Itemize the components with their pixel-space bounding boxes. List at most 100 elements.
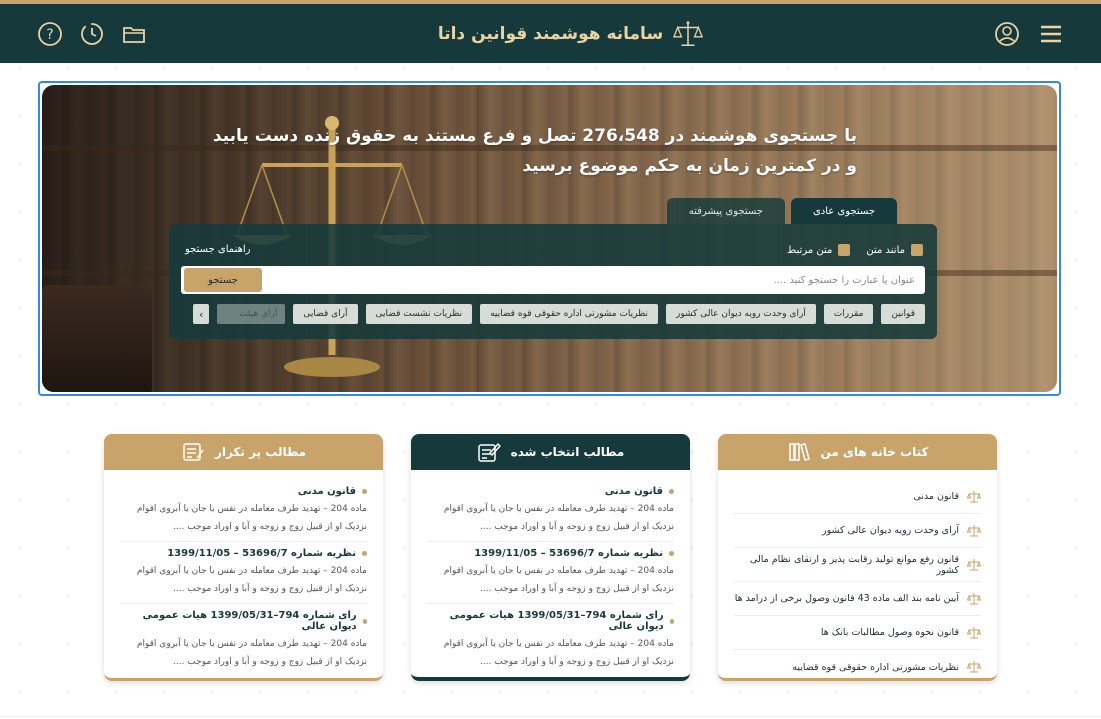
frequent-card-body: قانون مدنی ماده 204 – تهدید طرف معامله د…	[104, 470, 383, 676]
library-item[interactable]: قانون نحوه وصول مطالبات بانک ها	[734, 616, 981, 650]
brand[interactable]: سامانه هوشمند قوانین داتا	[437, 19, 704, 49]
similar-text-checkbox[interactable]	[911, 244, 923, 256]
item-title: نظریه شماره 53696/7 – 1399/11/05	[427, 548, 674, 559]
bullet-icon	[669, 489, 674, 494]
library-item-label: قانون رفع موانع تولید رقابت پذیر و ارتقا…	[749, 553, 959, 576]
list-item[interactable]: قانون مدنی ماده 204 – تهدید طرف معامله د…	[427, 480, 674, 542]
item-text-line: ماده 204 – تهدید طرف معامله در نفس یا جا…	[443, 639, 674, 649]
category-chips: قوانین مقررات آرای وحدت رویه دیوان عالی …	[193, 304, 925, 324]
item-text: ماده 204 – تهدید طرف معامله در نفس یا جا…	[427, 500, 674, 536]
item-title-text: رای شماره 794–1399/05/31 هیات عمومی دیوا…	[449, 610, 664, 632]
library-item[interactable]: آیین نامه بند الف ماده 43 قانون وصول برخ…	[734, 582, 981, 616]
selected-card-header: مطالب انتخاب شده	[411, 434, 690, 470]
item-text: ماده 204 – تهدید طرف معامله در نفس یا جا…	[427, 562, 674, 598]
item-title: قانون مدنی	[427, 486, 674, 497]
header-actions: ?	[36, 20, 148, 48]
scales-icon	[967, 558, 981, 570]
item-text-line: نزدیک او از قبیل زوج و زوجه و آبا و اورا…	[480, 584, 674, 594]
history-icon[interactable]	[78, 20, 106, 48]
selected-card-title: مطالب انتخاب شده	[510, 445, 625, 459]
book-stack-image	[42, 285, 152, 392]
tab-advanced-search[interactable]: جستجوی پیشرفته	[666, 198, 785, 224]
bullet-icon	[669, 618, 674, 624]
category-chip[interactable]: آرای وحدت رویه دیوان عالی کشور	[666, 304, 816, 324]
item-text: ماده 204 – تهدید طرف معامله در نفس یا جا…	[427, 635, 674, 671]
search-input[interactable]	[262, 266, 925, 294]
item-text-line: نزدیک او از قبیل زوج و زوجه و آبا و اورا…	[173, 657, 367, 667]
library-item[interactable]: قانون رفع موانع تولید رقابت پذیر و ارتقا…	[734, 548, 981, 582]
item-title-text: قانون مدنی	[297, 486, 356, 497]
search-tabs: جستجوی عادی جستجوی پیشرفته	[666, 198, 897, 224]
item-text-line: ماده 204 – تهدید طرف معامله در نفس یا جا…	[136, 639, 367, 649]
category-chip[interactable]: نظریات نشست قضایی	[365, 304, 473, 324]
item-title: نظریه شماره 53696/7 – 1399/11/05	[120, 548, 367, 559]
category-chip[interactable]: آرای هیئت	[217, 304, 286, 324]
menu-icon[interactable]	[1037, 20, 1065, 48]
hero-title: با جستجوی هوشمند در 276،548 تصل و فرع مس…	[212, 126, 857, 176]
library-item-label: نظریات مشورتی اداره حقوقی قوه قضاییه	[792, 661, 959, 673]
library-card-title: کتاب خانه های من	[820, 445, 929, 459]
hero-background: با جستجوی هوشمند در 276،548 تصل و فرع مس…	[42, 85, 1057, 392]
bullet-icon	[362, 551, 367, 556]
item-text-line: ماده 204 – تهدید طرف معامله در نفس یا جا…	[136, 566, 367, 576]
user-icon[interactable]	[993, 20, 1021, 48]
tab-normal-search[interactable]: جستجوی عادی	[790, 198, 897, 224]
scales-logo-icon	[673, 20, 704, 46]
item-text-line: ماده 204 – تهدید طرف معامله در نفس یا جا…	[443, 566, 674, 576]
item-text: ماده 204 – تهدید طرف معامله در نفس یا جا…	[120, 500, 367, 536]
list-item[interactable]: نظریه شماره 53696/7 – 1399/11/05 ماده 20…	[120, 542, 367, 604]
scales-icon	[967, 626, 981, 638]
selected-items-card: مطالب انتخاب شده قانون مدنی ماده 204 – ت…	[411, 434, 690, 681]
item-text: ماده 204 – تهدید طرف معامله در نفس یا جا…	[120, 562, 367, 598]
books-icon	[788, 443, 810, 461]
top-header: ? سامانه هوشمند قوانین داتا	[0, 0, 1101, 63]
category-chip[interactable]: قوانین	[881, 304, 925, 324]
search-guide-link[interactable]: راهنمای جستجو	[185, 244, 250, 255]
notes-icon	[183, 443, 204, 461]
library-item-label: قانون نحوه وصول مطالبات بانک ها	[820, 627, 959, 638]
bullet-icon	[362, 489, 367, 494]
selected-card-body: قانون مدنی ماده 204 – تهدید طرف معامله د…	[411, 470, 690, 676]
svg-text:?: ?	[46, 27, 53, 43]
list-item[interactable]: نظریه شماره 53696/7 – 1399/11/05 ماده 20…	[427, 542, 674, 604]
related-text-option[interactable]: متن مرتبط	[787, 244, 851, 256]
item-title: قانون مدنی	[120, 486, 367, 497]
bullet-icon	[669, 551, 674, 556]
item-title-text: نظریه شماره 53696/7 – 1399/11/05	[474, 548, 663, 559]
item-text: ماده 204 – تهدید طرف معامله در نفس یا جا…	[120, 635, 367, 671]
similar-text-option[interactable]: مانند متن	[866, 244, 923, 256]
category-chip[interactable]: مقررات	[823, 304, 874, 324]
list-item[interactable]: رای شماره 794–1399/05/31 هیات عمومی دیوا…	[427, 604, 674, 676]
frequent-card-header: مطالب پر تکرار	[104, 434, 383, 470]
search-button[interactable]: جستجو	[184, 268, 262, 292]
item-text-line: ماده 204 – تهدید طرف معامله در نفس یا جا…	[443, 504, 674, 514]
item-text-line: نزدیک او از قبیل زوج و زوجه و آبا و اورا…	[480, 657, 674, 667]
scales-icon	[967, 592, 981, 604]
category-chip[interactable]: نظریات مشورتی اداره حقوقی قوه قضاییه	[480, 304, 659, 324]
chevron-left-icon[interactable]: ›	[193, 304, 210, 324]
item-text-line: ماده 204 – تهدید طرف معامله در نفس یا جا…	[136, 504, 367, 514]
library-item-label: قانون مدنی	[913, 491, 959, 502]
item-title-text: رای شماره 794–1399/05/31 هیات عمومی دیوا…	[142, 610, 357, 632]
hero-section: با جستجوی هوشمند در 276،548 تصل و فرع مس…	[38, 81, 1061, 396]
folder-icon[interactable]	[120, 20, 148, 48]
footer-divider	[0, 716, 1101, 717]
related-text-label: متن مرتبط	[787, 244, 833, 256]
list-item[interactable]: رای شماره 794–1399/05/31 هیات عمومی دیوا…	[120, 604, 367, 676]
library-item-label: آرای وحدت رویه دیوان عالی کشور	[822, 525, 959, 536]
scales-icon	[967, 490, 981, 502]
item-title: رای شماره 794–1399/05/31 هیات عمومی دیوا…	[120, 610, 367, 632]
related-text-checkbox[interactable]	[838, 244, 851, 256]
bullet-icon	[362, 618, 367, 624]
search-bar: جستجو	[181, 266, 925, 294]
library-item[interactable]: نظریات مشورتی اداره حقوقی قوه قضاییه	[734, 650, 981, 678]
brand-title: سامانه هوشمند قوانین داتا	[437, 23, 664, 44]
header-user-actions	[993, 20, 1065, 48]
library-item[interactable]: آرای وحدت رویه دیوان عالی کشور	[734, 514, 981, 548]
edit-document-icon	[477, 442, 501, 462]
library-item[interactable]: قانون مدنی	[734, 480, 981, 514]
my-library-card: کتاب خانه های من قانون مدنی آرای وحدت رو…	[718, 434, 997, 681]
list-item[interactable]: قانون مدنی ماده 204 – تهدید طرف معامله د…	[120, 480, 367, 542]
help-icon[interactable]: ?	[36, 20, 64, 48]
category-chip[interactable]: آرای قضایی	[293, 304, 358, 324]
